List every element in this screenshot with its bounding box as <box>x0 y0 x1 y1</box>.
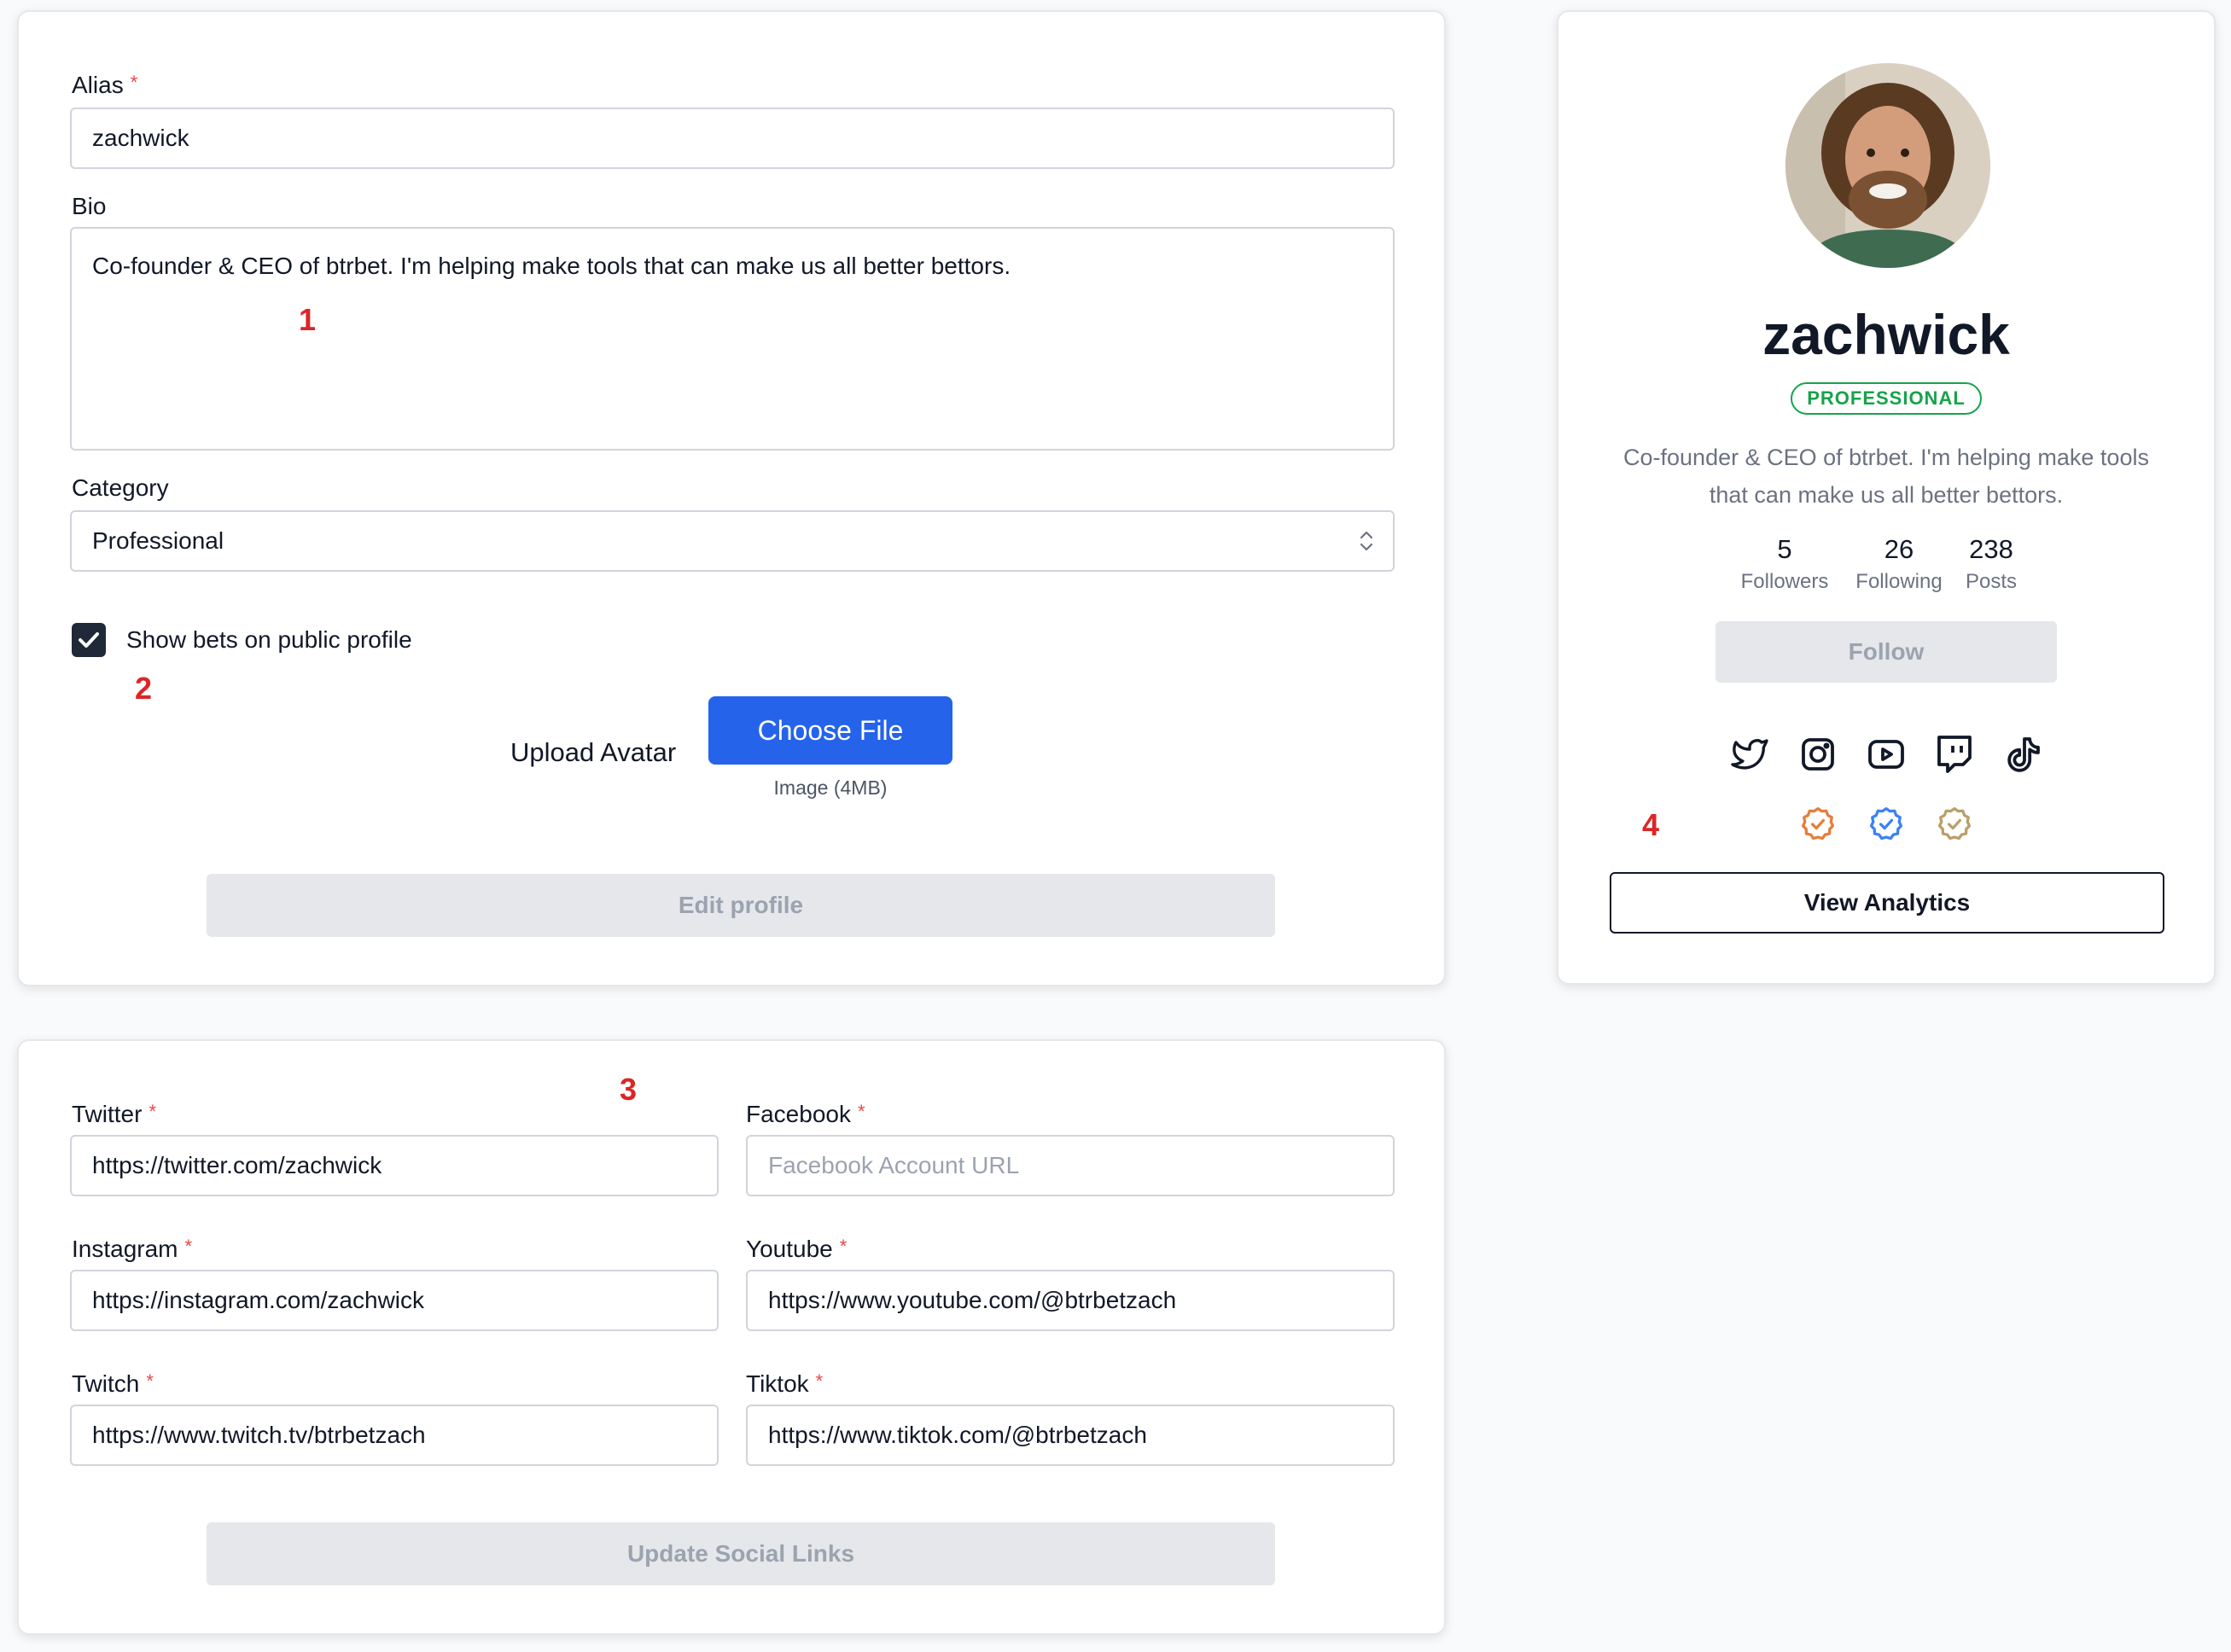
show-bets-label: Show bets on public profile <box>126 626 412 653</box>
instagram-icon[interactable] <box>1797 734 1838 775</box>
view-analytics-button[interactable]: View Analytics <box>1610 872 2164 934</box>
youtube-input[interactable] <box>746 1270 1395 1331</box>
annotation-3: 3 <box>620 1072 638 1107</box>
show-bets-checkbox[interactable] <box>72 623 106 657</box>
instagram-label: Instagram * <box>72 1236 193 1262</box>
twitter-label: Twitter * <box>72 1101 157 1127</box>
avatar <box>1785 63 1990 268</box>
tiktok-label: Tiktok * <box>746 1370 824 1397</box>
tiktok-input[interactable] <box>746 1405 1395 1466</box>
category-label: Category <box>72 474 169 501</box>
annotation-4: 4 <box>1642 807 1660 842</box>
profile-bio: Co-founder & CEO of btrbet. I'm helping … <box>1623 445 2149 508</box>
annotation-1: 1 <box>299 302 317 337</box>
youtube-icon[interactable] <box>1866 734 1907 775</box>
update-social-links-button[interactable]: Update Social Links <box>207 1522 1275 1585</box>
checkmark-icon <box>79 632 99 648</box>
choose-file-button[interactable]: Choose File <box>708 696 952 765</box>
facebook-label: Facebook * <box>746 1101 865 1127</box>
category-selected-value: Professional <box>92 527 224 554</box>
profile-preview-card: zachwick PROFESSIONAL Co-founder & CEO o… <box>1557 10 2216 985</box>
facebook-input[interactable] <box>746 1135 1395 1196</box>
bio-textarea[interactable]: Co-founder & CEO of btrbet. I'm helping … <box>70 227 1395 451</box>
stat-posts[interactable]: 238 Posts <box>1944 534 2038 594</box>
category-badge: PROFESSIONAL <box>1791 382 1982 415</box>
stat-following[interactable]: 26 Following <box>1844 534 1954 594</box>
follow-button[interactable]: Follow <box>1715 621 2057 683</box>
select-arrows-icon <box>1360 531 1373 551</box>
category-select[interactable]: Professional <box>70 510 1395 572</box>
alias-input[interactable] <box>70 108 1395 169</box>
stat-followers[interactable]: 5 Followers <box>1729 534 1840 594</box>
twitter-icon[interactable] <box>1729 734 1770 775</box>
profile-username: zachwick <box>1762 303 2010 366</box>
alias-label: Alias * <box>72 72 138 98</box>
upload-avatar-label: Upload Avatar <box>510 737 677 767</box>
blue-verified-badge-icon <box>1869 807 1903 841</box>
youtube-label: Youtube * <box>746 1236 848 1262</box>
instagram-input[interactable] <box>70 1270 719 1331</box>
annotation-2: 2 <box>135 671 153 706</box>
tiktok-icon[interactable] <box>2002 734 2043 775</box>
profile-form-card: Alias* Bio Co-founder & CEO of btrbet. I… <box>17 10 1446 986</box>
twitter-input[interactable] <box>70 1135 719 1196</box>
upload-hint: Image (4MB) <box>773 777 888 799</box>
twitch-icon[interactable] <box>1934 734 1975 775</box>
bio-label: Bio <box>72 193 107 219</box>
twitch-label: Twitch * <box>72 1370 154 1397</box>
social-links-card: 3 Twitter* Facebook* Instagram* Youtube*… <box>17 1039 1446 1635</box>
orange-verified-badge-icon <box>1801 807 1835 841</box>
twitch-input[interactable] <box>70 1405 719 1466</box>
gold-verified-badge-icon <box>1937 807 1972 841</box>
avatar-illustration <box>1785 63 1990 268</box>
edit-profile-button[interactable]: Edit profile <box>207 874 1275 937</box>
